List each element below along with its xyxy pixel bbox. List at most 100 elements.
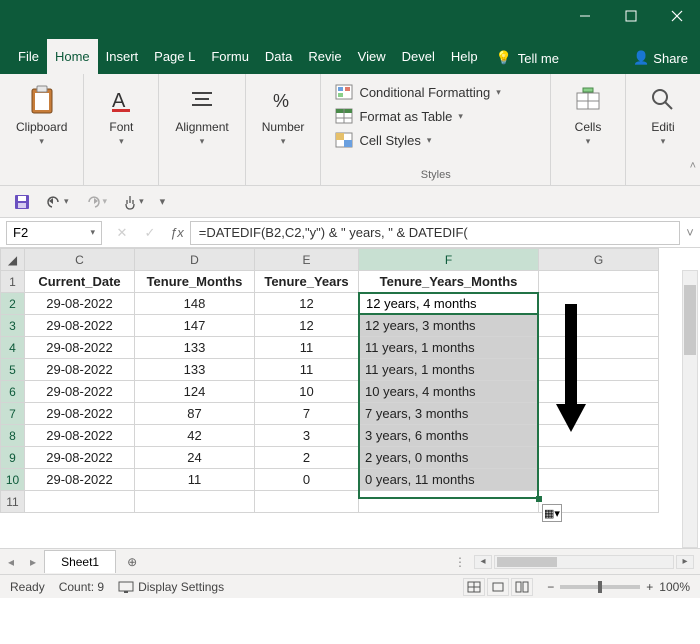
cell[interactable]: 11 years, 1 months [359, 337, 539, 359]
tab-formulas[interactable]: Formu [203, 39, 257, 74]
select-all-button[interactable]: ◢ [1, 249, 25, 271]
cell[interactable] [255, 491, 359, 513]
cell[interactable]: 133 [135, 337, 255, 359]
row-header[interactable]: 11 [1, 491, 25, 513]
cell[interactable]: 29-08-2022 [25, 425, 135, 447]
cell[interactable]: 10 years, 4 months [359, 381, 539, 403]
cell[interactable]: 87 [135, 403, 255, 425]
tab-developer[interactable]: Devel [394, 39, 443, 74]
editing-button[interactable]: Editi ▾ [636, 80, 690, 151]
autofill-options-button[interactable]: ▦▾ [542, 504, 562, 522]
tab-view[interactable]: View [350, 39, 394, 74]
cell[interactable]: Tenure_Years [255, 271, 359, 293]
row-header[interactable]: 4 [1, 337, 25, 359]
cell[interactable] [539, 425, 659, 447]
share-button[interactable]: 👤 Share [621, 42, 700, 74]
cell[interactable]: 11 [135, 469, 255, 491]
alignment-button[interactable]: Alignment ▾ [169, 80, 234, 151]
cell[interactable]: 29-08-2022 [25, 469, 135, 491]
row-header[interactable]: 9 [1, 447, 25, 469]
conditional-formatting-button[interactable]: Conditional Formatting ▾ [331, 82, 540, 102]
sheet-tab[interactable]: Sheet1 [44, 550, 116, 573]
vertical-scrollbar[interactable] [682, 270, 698, 548]
touch-mode-button[interactable]: ▾ [119, 192, 148, 212]
cell[interactable] [539, 271, 659, 293]
cell[interactable] [539, 381, 659, 403]
tell-me[interactable]: 💡 Tell me [486, 42, 569, 74]
tab-insert[interactable]: Insert [98, 39, 147, 74]
column-header[interactable]: D [135, 249, 255, 271]
scrollbar-thumb[interactable] [684, 285, 696, 355]
cell[interactable]: 2 years, 0 months [359, 447, 539, 469]
scroll-right-button[interactable]: ▸ [676, 555, 694, 569]
cell-styles-button[interactable]: Cell Styles ▾ [331, 130, 540, 150]
qat-customize-button[interactable]: ▾ [156, 193, 170, 210]
number-button[interactable]: % Number ▾ [256, 80, 311, 151]
scroll-left-button[interactable]: ◂ [474, 555, 492, 569]
maximize-button[interactable] [608, 0, 654, 32]
cell[interactable]: Tenure_Months [135, 271, 255, 293]
undo-button[interactable]: ▾ [42, 193, 73, 211]
minimize-button[interactable] [562, 0, 608, 32]
cell[interactable]: 3 years, 6 months [359, 425, 539, 447]
sheet-nav-next[interactable]: ▸ [22, 555, 44, 569]
cell[interactable]: 12 years, 4 months [359, 293, 539, 315]
cell[interactable]: 0 years, 11 months [359, 469, 539, 491]
cancel-formula-button[interactable]: ✕ [108, 221, 136, 245]
cell[interactable]: 29-08-2022 [25, 381, 135, 403]
zoom-control[interactable]: − + 100% [547, 580, 690, 594]
tab-file[interactable]: File [10, 39, 47, 74]
redo-button[interactable]: ▾ [81, 193, 112, 211]
cell[interactable]: 12 years, 3 months [359, 315, 539, 337]
tab-data[interactable]: Data [257, 39, 300, 74]
tab-page-layout[interactable]: Page L [146, 39, 203, 74]
cell[interactable]: 133 [135, 359, 255, 381]
cell[interactable] [135, 491, 255, 513]
cell[interactable]: 42 [135, 425, 255, 447]
close-button[interactable] [654, 0, 700, 32]
new-sheet-button[interactable]: ⊕ [120, 552, 144, 572]
cell[interactable]: 11 years, 1 months [359, 359, 539, 381]
cells-button[interactable]: Cells ▾ [561, 80, 615, 151]
name-box[interactable]: F2 ▾ [6, 221, 102, 245]
row-header[interactable]: 5 [1, 359, 25, 381]
formula-input[interactable]: =DATEDIF(B2,C2,"y") & " years, " & DATED… [190, 221, 680, 245]
cell[interactable]: Tenure_Years_Months [359, 271, 539, 293]
column-header[interactable]: C [25, 249, 135, 271]
cell[interactable]: 124 [135, 381, 255, 403]
cell[interactable]: 3 [255, 425, 359, 447]
cell[interactable] [539, 359, 659, 381]
cell[interactable]: 2 [255, 447, 359, 469]
cell[interactable] [539, 403, 659, 425]
zoom-in-button[interactable]: + [646, 580, 653, 594]
tab-help[interactable]: Help [443, 39, 486, 74]
cell[interactable] [539, 315, 659, 337]
cell[interactable] [539, 337, 659, 359]
column-header[interactable]: F [359, 249, 539, 271]
format-as-table-button[interactable]: Format as Table ▾ [331, 106, 540, 126]
cell[interactable] [25, 491, 135, 513]
cell[interactable]: 12 [255, 315, 359, 337]
zoom-level[interactable]: 100% [659, 580, 690, 594]
page-break-view-button[interactable] [511, 578, 533, 596]
display-settings-button[interactable]: Display Settings [118, 580, 224, 594]
cell[interactable] [539, 293, 659, 315]
save-button[interactable] [10, 192, 34, 212]
cell[interactable]: 29-08-2022 [25, 447, 135, 469]
collapse-ribbon-icon[interactable]: ˄ [690, 160, 696, 172]
cell[interactable]: 12 [255, 293, 359, 315]
cell[interactable]: 29-08-2022 [25, 359, 135, 381]
sheet-nav-prev[interactable]: ◂ [0, 555, 22, 569]
cell[interactable]: Current_Date [25, 271, 135, 293]
worksheet-grid[interactable]: ◢ C D E F G 1 Current_Date Tenure_Months… [0, 248, 700, 548]
tab-review[interactable]: Revie [300, 39, 349, 74]
cell[interactable]: 148 [135, 293, 255, 315]
row-header[interactable]: 2 [1, 293, 25, 315]
column-header[interactable]: E [255, 249, 359, 271]
row-header[interactable]: 7 [1, 403, 25, 425]
zoom-slider[interactable] [560, 585, 640, 589]
horizontal-scrollbar[interactable]: ⋮ ◂ ▸ [448, 555, 700, 569]
cell[interactable] [359, 491, 539, 513]
fx-icon[interactable]: ƒx [164, 225, 190, 240]
row-header[interactable]: 6 [1, 381, 25, 403]
